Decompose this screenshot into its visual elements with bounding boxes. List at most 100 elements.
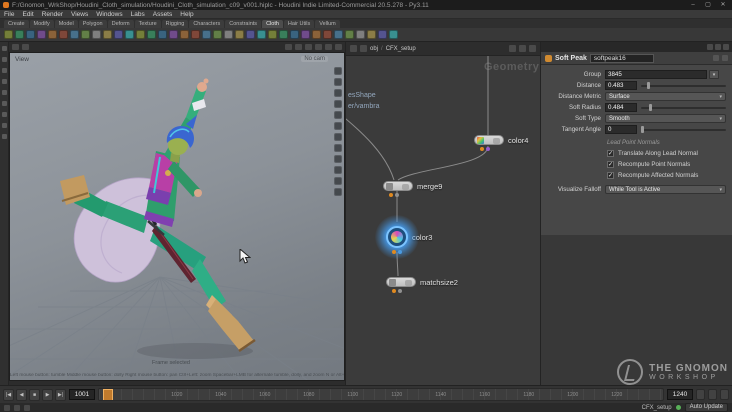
viewport-tool-icon[interactable] xyxy=(333,111,342,119)
gear-icon[interactable] xyxy=(722,55,728,61)
recompute-affected-normals-checkbox[interactable]: ✓ xyxy=(607,172,614,179)
transport-button-3[interactable]: ▶ xyxy=(42,388,53,401)
transport-button-4[interactable]: ▶| xyxy=(55,388,66,401)
shelf-tool-icon[interactable] xyxy=(323,30,332,39)
recompute-point-normals-checkbox[interactable]: ✓ xyxy=(607,161,614,168)
shelf-tab-modify[interactable]: Modify xyxy=(29,20,54,28)
pin-icon[interactable] xyxy=(707,44,713,50)
shelf-tool-icon[interactable] xyxy=(268,30,277,39)
side-tool-icon[interactable] xyxy=(1,123,7,128)
viewport-tool-icon[interactable] xyxy=(333,166,342,174)
realtime-toggle-icon[interactable] xyxy=(696,389,705,400)
shelf-tool-icon[interactable] xyxy=(92,30,101,39)
shelf-tool-icon[interactable] xyxy=(345,30,354,39)
end-frame-field[interactable]: 1240 xyxy=(667,389,693,400)
side-tool-icon[interactable] xyxy=(1,79,7,84)
menu-windows[interactable]: Windows xyxy=(96,11,122,18)
shelf-tab-deform[interactable]: Deform xyxy=(107,20,134,28)
rotate-tool-icon[interactable] xyxy=(315,44,322,50)
shelf-tab-texture[interactable]: Texture xyxy=(134,20,161,28)
shelf-tool-icon[interactable] xyxy=(235,30,244,39)
viewport-tool-icon[interactable] xyxy=(333,78,342,86)
shelf-tool-icon[interactable] xyxy=(279,30,288,39)
soft-type-dropdown[interactable]: Smooth xyxy=(605,114,726,123)
node-body[interactable] xyxy=(383,181,413,191)
pane-close-icon[interactable] xyxy=(723,44,729,50)
shelf-tool-icon[interactable] xyxy=(213,30,222,39)
shelf-tool-icon[interactable] xyxy=(389,30,398,39)
shelf-tab-polygon[interactable]: Polygon xyxy=(78,20,107,28)
shelf-tool-icon[interactable] xyxy=(334,30,343,39)
distance-metric-dropdown[interactable]: Surface xyxy=(605,92,726,101)
visualize-falloff-dropdown[interactable]: While Tool is Active xyxy=(605,185,726,194)
shelf-tab-cloth[interactable]: Cloth xyxy=(262,20,283,28)
distance-slider[interactable] xyxy=(641,81,726,90)
group-field[interactable]: 3845 xyxy=(605,70,707,79)
side-tool-icon[interactable] xyxy=(1,57,7,62)
tangent-angle-slider[interactable] xyxy=(641,125,726,134)
shelf-tool-icon[interactable] xyxy=(356,30,365,39)
shelf-tool-icon[interactable] xyxy=(114,30,123,39)
viewport-tool-icon[interactable] xyxy=(333,122,342,130)
network-home-icon[interactable] xyxy=(360,45,367,52)
timeline-slider[interactable]: 1020 1040 1060 1080 1100 1120 1140 1160 1180 1200… xyxy=(98,388,664,401)
playhead[interactable] xyxy=(103,389,113,400)
transport-button-0[interactable]: |◀ xyxy=(3,388,14,401)
menu-edit[interactable]: Edit xyxy=(22,11,33,18)
message-log-icon[interactable] xyxy=(4,404,10,411)
shelf-tool-icon[interactable] xyxy=(15,30,24,39)
shelf-tool-icon[interactable] xyxy=(48,30,57,39)
camera-selector[interactable]: No cam xyxy=(301,56,328,62)
shelf-tool-icon[interactable] xyxy=(37,30,46,39)
network-options-icon[interactable] xyxy=(529,45,536,52)
current-frame-field[interactable]: 1001 xyxy=(69,389,95,400)
menu-render[interactable]: Render xyxy=(42,11,63,18)
shelf-tab-rigging[interactable]: Rigging xyxy=(161,20,189,28)
shelf-tool-icon[interactable] xyxy=(367,30,376,39)
node-name-field[interactable]: softpeak16 xyxy=(589,53,654,63)
close-button[interactable]: ✕ xyxy=(717,1,729,10)
viewport-tool-icon[interactable] xyxy=(333,100,342,108)
shelf-tool-icon[interactable] xyxy=(202,30,211,39)
shelf-tab-model[interactable]: Model xyxy=(54,20,78,28)
shelf-tab-vellum[interactable]: Vellum xyxy=(315,20,340,28)
network-snapshot-icon[interactable] xyxy=(509,45,516,52)
translate-along-checkbox[interactable]: ✓ xyxy=(607,150,614,157)
node-merge9[interactable]: merge9 xyxy=(383,181,442,197)
handles-icon[interactable] xyxy=(335,44,342,50)
pane-menu-icon[interactable] xyxy=(12,44,19,50)
shelf-tool-icon[interactable] xyxy=(257,30,266,39)
shelf-tool-icon[interactable] xyxy=(70,30,79,39)
network-path[interactable]: obj / CFX_setup xyxy=(370,46,416,52)
auto-update-dropdown[interactable]: Auto Update xyxy=(684,403,728,412)
shelf-tool-icon[interactable] xyxy=(136,30,145,39)
network-canvas[interactable]: Geometry esShape er/vambra color4 merge9… xyxy=(346,56,542,385)
menu-views[interactable]: Views xyxy=(71,11,88,18)
node-color4[interactable]: color4 xyxy=(474,135,528,151)
shelf-tool-icon[interactable] xyxy=(378,30,387,39)
group-select-button[interactable]: ▾ xyxy=(709,70,719,79)
side-tool-icon[interactable] xyxy=(1,101,7,106)
viewport-tool-icon[interactable] xyxy=(333,89,342,97)
scale-tool-icon[interactable] xyxy=(325,44,332,50)
side-tool-icon[interactable] xyxy=(1,46,7,51)
minimize-button[interactable]: – xyxy=(687,1,699,10)
viewport-tool-icon[interactable] xyxy=(333,155,342,163)
viewport-3d[interactable]: View No cam Frame selected Left mouse bu… xyxy=(9,52,345,381)
node-body[interactable] xyxy=(386,226,408,248)
side-tool-icon[interactable] xyxy=(1,134,7,139)
help-icon[interactable] xyxy=(713,55,719,61)
viewport-tool-icon[interactable] xyxy=(333,67,342,75)
tangent-angle-field[interactable]: 0 xyxy=(605,125,637,134)
shelf-tool-icon[interactable] xyxy=(158,30,167,39)
viewport-tool-icon[interactable] xyxy=(333,133,342,141)
transport-button-1[interactable]: ◀ xyxy=(16,388,27,401)
playbar-options-icon[interactable] xyxy=(720,389,729,400)
node-matchsize2[interactable]: matchsize2 xyxy=(386,277,458,293)
menu-help[interactable]: Help xyxy=(180,11,193,18)
shelf-tool-icon[interactable] xyxy=(169,30,178,39)
path-root[interactable]: obj xyxy=(370,46,378,52)
shelf-tool-icon[interactable] xyxy=(246,30,255,39)
shelf-tool-icon[interactable] xyxy=(191,30,200,39)
soft-radius-field[interactable]: 0.484 xyxy=(605,103,637,112)
